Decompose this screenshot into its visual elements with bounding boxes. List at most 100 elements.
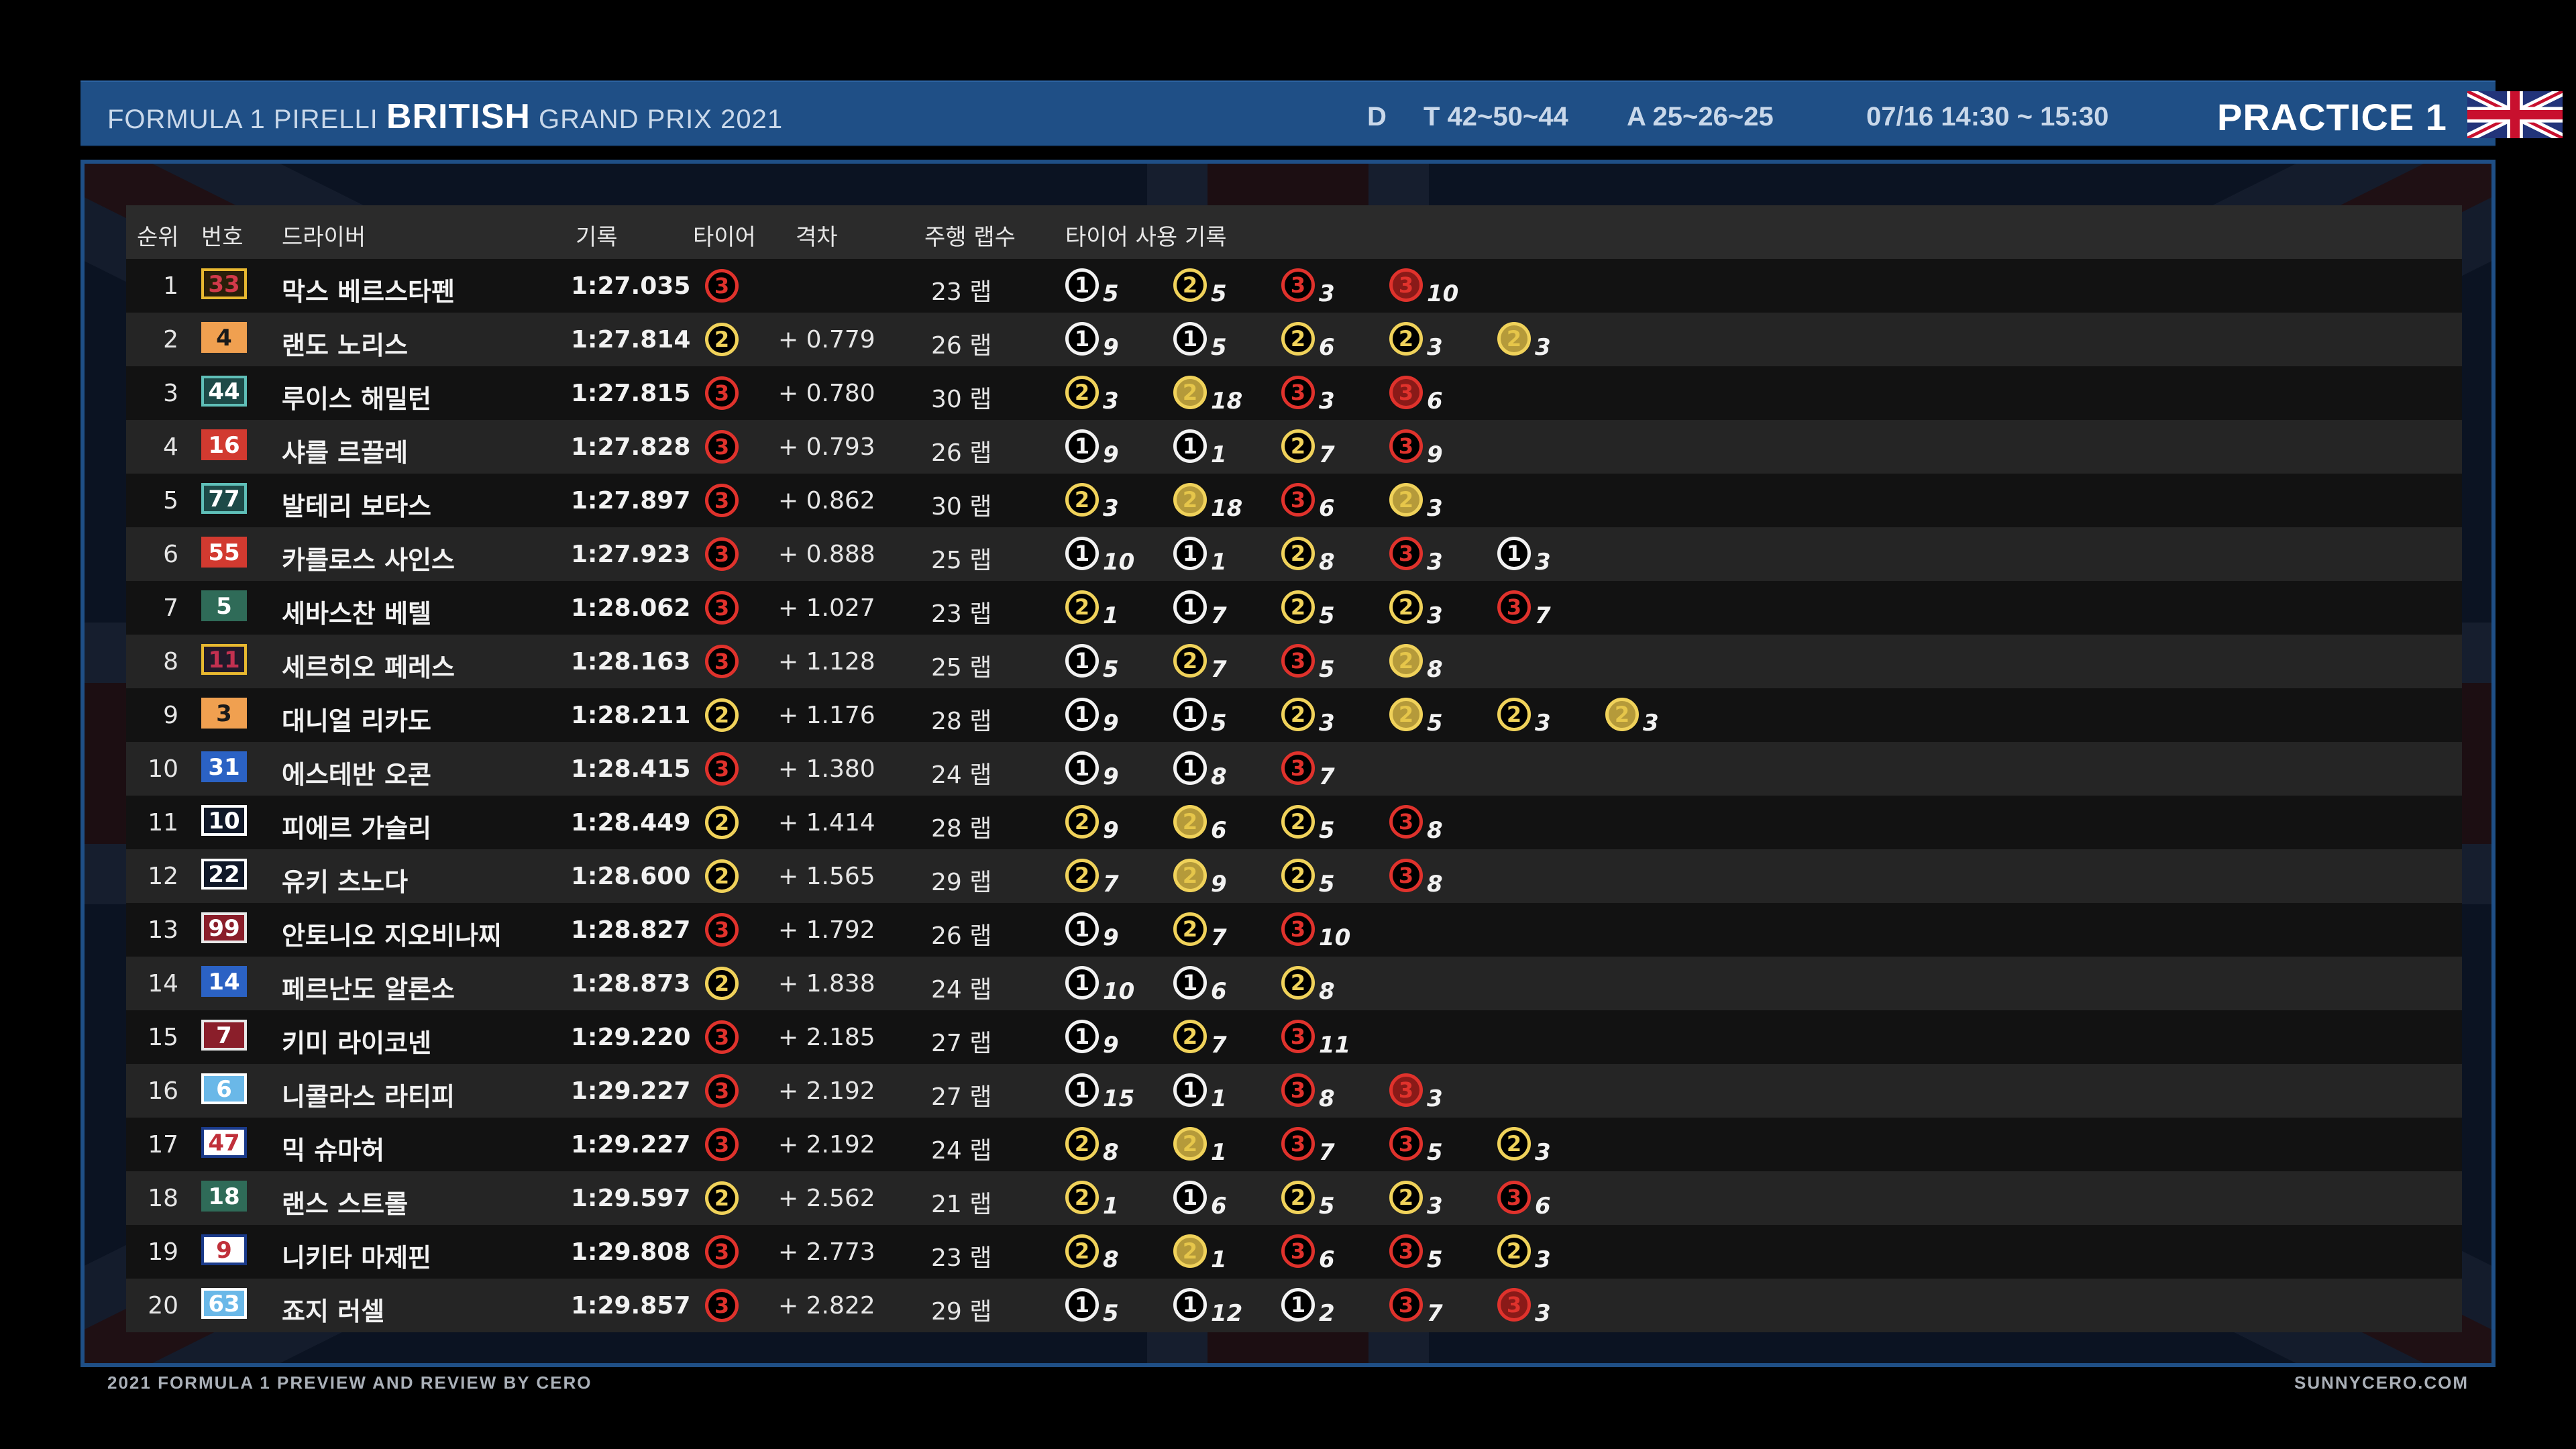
stint-laps: 3: [1535, 549, 1551, 576]
table-row[interactable]: 14 14 페르난도 알론소 1:28.873 2 + 1.838 24 랩 1 10 1 6 2 8: [126, 957, 2462, 1010]
table-row[interactable]: 8 11 세르히오 페레스 1:28.163 3 + 1.128 25 랩15273528: [126, 635, 2462, 688]
stint-laps: 3: [1535, 334, 1551, 361]
driver-name: 에스테반 오콘: [282, 760, 431, 790]
stint-laps: 1: [1211, 441, 1227, 468]
lap-time: 1:28.600: [571, 863, 691, 890]
table-row[interactable]: 3 44 루이스 해밀턴 1:27.815 3 + 0.780 30 랩 2 3 2 18 3 3 3 6: [126, 366, 2462, 420]
table-row[interactable]: 13 99 안토니오 지오비나찌 1:28.827 3 + 1.792 26 랩192731…: [126, 903, 2462, 957]
gap-to-leader: + 0.862: [778, 487, 875, 515]
tyre-stint: 37: [1281, 1127, 1335, 1166]
used-soft-tyre-icon: 3: [1389, 1073, 1423, 1107]
stint-laps: 5: [1319, 817, 1335, 844]
stint-laps: 7: [1319, 441, 1335, 468]
car-number-badge: 7: [201, 1020, 247, 1051]
gap-to-leader: + 2.562: [778, 1185, 875, 1212]
stint-laps: 9: [1103, 1032, 1119, 1059]
tyre-stint: 3 10: [1389, 268, 1459, 307]
stint-laps: 10: [1103, 549, 1135, 576]
stint-laps: 7: [1211, 1032, 1227, 1059]
tyre-stint-history: 2116252336: [1065, 1171, 1736, 1225]
used-hard-tyre-icon: 1: [1281, 1288, 1315, 1322]
stint-laps: 5: [1211, 710, 1227, 737]
table-row[interactable]: 11 10 피에르 가슬리 1:28.449 2 + 1.414 28 랩29262538: [126, 796, 2462, 849]
soft-tyre-icon: 3: [705, 537, 739, 571]
lap-count: 24 랩: [931, 976, 992, 1004]
best-lap-tyre: 3: [705, 645, 739, 678]
lap-count: 25 랩: [931, 654, 992, 682]
stint-laps: 6: [1319, 495, 1335, 522]
table-row[interactable]: 18 18 랜스 스트롤 1:29.597 2 + 2.562 21 랩2116252336: [126, 1171, 2462, 1225]
gap-to-leader: + 0.780: [778, 380, 875, 407]
medium-tyre-icon: 2: [1389, 1181, 1423, 1214]
table-row[interactable]: 5 77 발테리 보타스 1:27.897 3 + 0.862 30 랩 2 3 2 18 3 6 2 3: [126, 474, 2462, 527]
table-row[interactable]: 7 5 세바스찬 베텔 1:28.062 3 + 1.027 23 랩2117252337: [126, 581, 2462, 635]
table-row[interactable]: 17 47 믹 슈마허 1:29.227 3 + 2.192 24 랩2821373523: [126, 1118, 2462, 1171]
soft-tyre-icon: 3: [1281, 751, 1315, 785]
table-row[interactable]: 9 3 대니얼 리카도 1:28.211 2 + 1.176 28 랩19152325232…: [126, 688, 2462, 742]
table-row[interactable]: 4 16 샤를 르끌레 1:27.828 3 + 0.793 26 랩19112739: [126, 420, 2462, 474]
soft-tyre-icon: 3: [1389, 429, 1423, 463]
tyre-stint-history: 29262538: [1065, 796, 1736, 849]
table-row[interactable]: 2 4 랜도 노리스 1:27.814 2 + 0.779 26 랩1915262323: [126, 313, 2462, 366]
table-row[interactable]: 1 33 막스 베르스타펜 1:27.035 3 23 랩 1 5 2 5 3 3 3 10: [126, 259, 2462, 313]
position-cell: 10: [148, 755, 178, 783]
tyre-stint: 19: [1065, 1020, 1119, 1059]
stint-laps: 5: [1103, 656, 1119, 683]
best-lap-tyre: 3: [705, 1289, 739, 1322]
stint-laps: 8: [1427, 871, 1443, 898]
tyre-stint: 27: [1173, 644, 1227, 683]
tyre-stint: 15: [1065, 268, 1119, 307]
soft-tyre-icon: 3: [705, 1235, 739, 1269]
tyre-stint-history: 191837: [1065, 742, 1736, 796]
stint-laps: 7: [1211, 656, 1227, 683]
tyre-stint: 1 12: [1173, 1288, 1243, 1327]
stint-laps: 5: [1319, 602, 1335, 629]
used-hard-tyre-icon: 1: [1173, 322, 1207, 356]
table-row[interactable]: 12 22 유키 츠노다 1:28.600 2 + 1.565 29 랩27292538: [126, 849, 2462, 903]
tyre-stint-history: 1 9 2 7 3 11: [1065, 1010, 1736, 1064]
stint-laps: 10: [1103, 978, 1135, 1005]
soft-tyre-icon: 3: [705, 376, 739, 410]
table-row[interactable]: 10 31 에스테반 오콘 1:28.415 3 + 1.380 24 랩191837: [126, 742, 2462, 796]
tyre-stint-history: 2 3 2 18 3 6 2 3: [1065, 474, 1736, 527]
hard-tyre-icon: 1: [1065, 322, 1099, 356]
used-medium-tyre-icon: 2: [1605, 698, 1639, 731]
used-soft-tyre-icon: 3: [1497, 1288, 1531, 1322]
stint-laps: 8: [1103, 1139, 1119, 1166]
best-lap-tyre: 3: [705, 591, 739, 625]
tyre-stint: 25: [1281, 590, 1335, 629]
stint-laps: 9: [1211, 871, 1227, 898]
table-row[interactable]: 16 6 니콜라스 라티피 1:29.227 3 + 2.192 27 랩 1 15 1 1 3 8 3 3: [126, 1064, 2462, 1118]
stint-laps: 7: [1211, 924, 1227, 951]
stint-laps: 12: [1211, 1300, 1243, 1327]
tyre-stint: 27: [1173, 1020, 1227, 1059]
tyre-stint: 33: [1281, 376, 1335, 415]
table-row[interactable]: 15 7 키미 라이코넨 1:29.220 3 + 2.185 27 랩 1 9 2 7 3 11: [126, 1010, 2462, 1064]
table-row[interactable]: 19 9 니키타 마제핀 1:29.808 3 + 2.773 23 랩2821363523: [126, 1225, 2462, 1279]
tyre-stint: 19: [1065, 322, 1119, 361]
position-cell: 6: [163, 541, 178, 568]
driver-name: 페르난도 알론소: [282, 975, 455, 1004]
tyre-stint: 1 15: [1065, 1073, 1134, 1112]
session-name: PRACTICE 1: [2217, 96, 2447, 138]
stint-laps: 7: [1427, 1300, 1443, 1327]
used-soft-tyre-icon: 3: [1389, 376, 1423, 409]
position-cell: 2: [163, 326, 178, 354]
stint-laps: 10: [1427, 280, 1459, 307]
lap-count: 23 랩: [931, 1244, 992, 1272]
car-number-badge: 63: [201, 1288, 247, 1319]
tyre-stint: 29: [1065, 805, 1119, 844]
lap-count: 26 랩: [931, 332, 992, 360]
car-number-badge: 6: [201, 1073, 247, 1104]
stint-laps: 3: [1643, 710, 1659, 737]
stint-laps: 8: [1319, 549, 1335, 576]
car-number-badge: 14: [201, 966, 247, 997]
results-panel: 순위 번호 드라이버 기록 타이어 격차 주행 랩수 타이어 사용 기록 1 33…: [80, 160, 2496, 1367]
soft-tyre-icon: 3: [705, 752, 739, 786]
table-row[interactable]: 6 55 카를로스 사인스 1:27.923 3 + 0.888 25 랩 1 10 1 1 2 8 3 3…: [126, 527, 2462, 581]
tyre-stint: 23: [1389, 483, 1443, 522]
footer-credit: 2021 FORMULA 1 PREVIEW AND REVIEW BY CER…: [107, 1373, 592, 1393]
stint-laps: 3: [1319, 710, 1335, 737]
table-row[interactable]: 20 63 죠지 러셀 1:29.857 3 + 2.822 29 랩 1 5 1 12 1 2 3 7 3 3: [126, 1279, 2462, 1332]
medium-tyre-icon: 2: [1173, 1020, 1207, 1053]
